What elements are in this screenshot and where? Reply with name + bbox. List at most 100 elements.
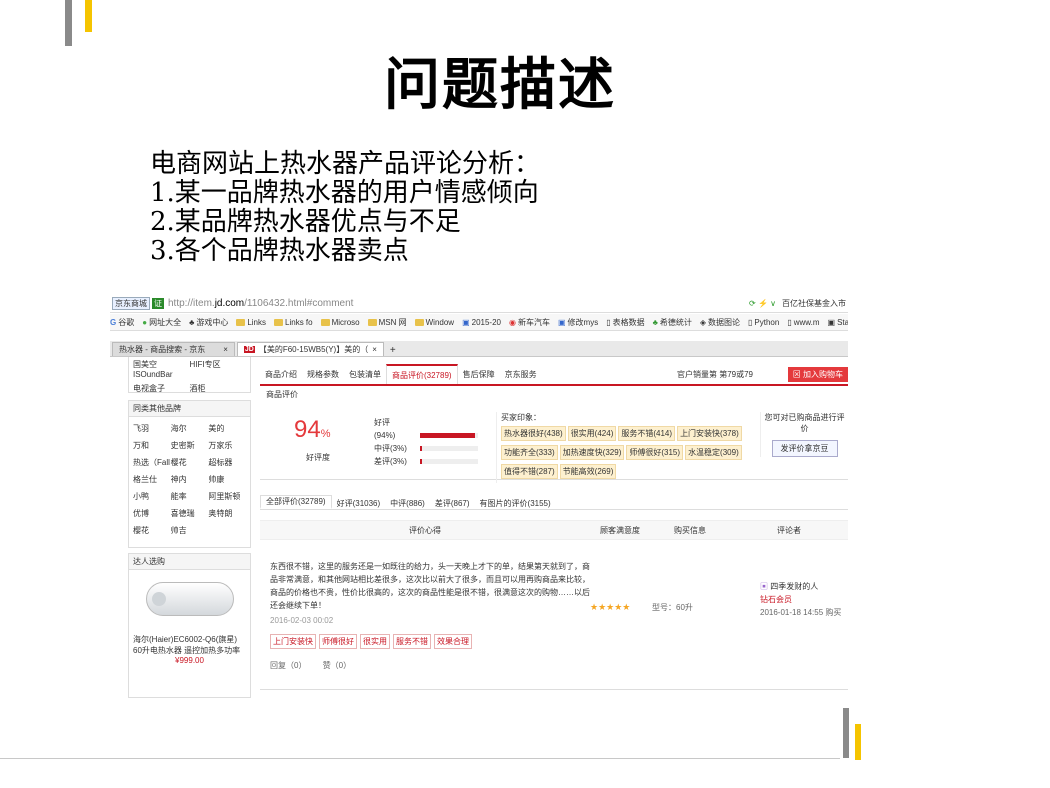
- bookmark[interactable]: Window: [414, 318, 454, 327]
- brands-grid: 飞羽 海尔 美的 万和 史密斯 万家乐 热选（Fall 樱花 超标器 格兰仕 神内 帅康 小鸭 能率 阿里斯…: [129, 417, 250, 542]
- rating-block: 94% 好评度 好评(94%) 中评(3%) 差评(3%) 买家印象： 热水器很…: [260, 402, 848, 483]
- write-review-button[interactable]: 发评价拿京豆: [771, 440, 838, 457]
- filter-good[interactable]: 好评(31036): [332, 498, 386, 509]
- stats-icon: ♣: [652, 317, 658, 327]
- tab-product[interactable]: JD 【美的F60-15WB5(Y)】美的（ ×: [236, 342, 384, 356]
- reviewer: ▣ 四季发财的人 钻石会员 2016-01-18 14:55 购买: [760, 580, 841, 619]
- impression-tag[interactable]: 值得不错(287): [501, 464, 558, 479]
- url-domain: jd.com: [214, 298, 245, 309]
- impression-tag[interactable]: 功能齐全(333): [501, 445, 558, 460]
- address-bar[interactable]: 京东商城 证 http://item. jd.com/1106432.html#c…: [110, 295, 848, 313]
- bookmark[interactable]: ◉ 新车汽车: [509, 317, 550, 328]
- tab-package[interactable]: 包装清单: [344, 364, 386, 384]
- brand-link[interactable]: 飞羽: [133, 423, 171, 434]
- page-icon: ▣: [462, 317, 470, 327]
- brand-link[interactable]: 喜德瑞: [171, 508, 209, 519]
- sidebar-link[interactable]: 酒柜: [190, 383, 247, 394]
- bookmark[interactable]: ▯ www.m: [787, 318, 819, 327]
- brand-link[interactable]: [208, 525, 246, 536]
- filter-images[interactable]: 有图片的评价(3155): [475, 498, 556, 509]
- review-text: 东西很不错，这里的服务还是一如既往的给力，头一天晚上才下的单，结果第天就到了，商…: [270, 562, 590, 610]
- brand-link[interactable]: 万和: [133, 440, 171, 451]
- brand-link[interactable]: 格兰仕: [133, 474, 171, 485]
- sidebar-link[interactable]: HIFI专区: [190, 359, 247, 379]
- bookmark[interactable]: ▯ 表格数据: [606, 317, 644, 328]
- impression-tag[interactable]: 加热速度快(329): [559, 445, 625, 460]
- brand-link[interactable]: 美的: [208, 423, 246, 434]
- tab-reviews[interactable]: 商品评价(32789): [386, 364, 458, 384]
- brand-link[interactable]: 超标器: [208, 457, 246, 468]
- brand-link[interactable]: 海尔: [171, 423, 209, 434]
- filter-bad[interactable]: 差评(867): [430, 498, 475, 509]
- filter-mid[interactable]: 中评(886): [385, 498, 430, 509]
- progress-bar: [420, 433, 478, 439]
- bookmark[interactable]: ♣ 希德统计: [653, 317, 692, 328]
- brand-link[interactable]: 史密斯: [171, 440, 209, 451]
- brand-link[interactable]: 阿里斯顿: [208, 491, 246, 502]
- desc-line: 1.某一品牌热水器的用户情感倾向: [150, 178, 539, 208]
- sidebar-link[interactable]: 电视盒子: [133, 383, 190, 394]
- impression-tag[interactable]: 节能高效(269): [559, 464, 617, 479]
- bookmark[interactable]: ◈ 数据图论: [700, 317, 740, 328]
- corner-bar-yellow: [85, 0, 92, 32]
- brand-link[interactable]: 樱花: [133, 525, 171, 536]
- impression-tag[interactable]: 很实用(424): [567, 426, 617, 441]
- screenshot-jd-page: 京东商城 证 http://item. jd.com/1106432.html#c…: [110, 295, 848, 700]
- bookmark[interactable]: ▣StatsMo: [828, 318, 848, 327]
- rating-percent: 94%: [294, 416, 331, 443]
- brand-link[interactable]: 优博: [133, 508, 171, 519]
- rating-row-bad: 差评(3%): [374, 455, 478, 468]
- brand-link[interactable]: 帅吉: [171, 525, 209, 536]
- impression-tag[interactable]: 热水器很好(438): [501, 426, 566, 441]
- bookmark[interactable]: G 谷歌: [110, 317, 134, 328]
- folder-icon: [320, 318, 330, 326]
- tab-search[interactable]: 热水器 - 商品搜索 - 京东 ×: [112, 342, 235, 356]
- new-tab-button[interactable]: +: [384, 345, 402, 356]
- tab-aftersale[interactable]: 售后保障: [458, 364, 500, 384]
- heater-image[interactable]: [145, 582, 234, 616]
- rating-row-good: 好评(94%): [374, 416, 478, 442]
- bookmark[interactable]: ♣ 游戏中心: [189, 317, 228, 328]
- bookmark[interactable]: ▣ 2015-20: [462, 318, 501, 327]
- news-text[interactable]: 百亿社保基金入市: [782, 298, 846, 309]
- bookmark[interactable]: ▯ Python: [748, 318, 779, 327]
- brand-link[interactable]: 神内: [171, 474, 209, 485]
- brand-link[interactable]: 能率: [171, 491, 209, 502]
- impression-tag[interactable]: 师傅很好(315): [626, 445, 684, 460]
- bookmark[interactable]: Links: [236, 318, 266, 327]
- filter-all[interactable]: 全部评价(32789): [260, 495, 332, 509]
- reviewer-name[interactable]: ▣ 四季发财的人: [760, 580, 841, 593]
- brand-link[interactable]: 热选（Fall: [133, 457, 171, 468]
- doc-icon: ▯: [748, 317, 753, 327]
- bookmark[interactable]: Links fo: [274, 318, 313, 327]
- reply-link[interactable]: 回复（0）: [270, 661, 306, 670]
- brand-link[interactable]: 奥特朗: [208, 508, 246, 519]
- brand-link[interactable]: 小鸭: [133, 491, 171, 502]
- bookmark[interactable]: MSN 网: [367, 317, 407, 328]
- impression-tag[interactable]: 水温稳定(309): [685, 445, 742, 460]
- bookmark[interactable]: ● 网址大全: [142, 317, 181, 328]
- rating-caption: 好评度: [306, 453, 330, 462]
- product-name[interactable]: 海尔(Haier)EC6002-Q6(旗星) 60升电热水器 遥控加热多功率: [133, 634, 246, 656]
- close-icon[interactable]: ×: [223, 345, 228, 354]
- brand-link[interactable]: 万家乐: [208, 440, 246, 451]
- car-icon: ◉: [508, 317, 516, 327]
- tab-intro[interactable]: 商品介绍: [260, 364, 302, 384]
- sidebar-link[interactable]: 国美空ISOundBar: [133, 359, 190, 379]
- tab-service[interactable]: 京东服务: [500, 364, 542, 384]
- impression-tag[interactable]: 服务不错(414): [618, 426, 676, 441]
- refresh-icon[interactable]: ⟳ ⚡ ∨: [749, 299, 776, 308]
- like-link[interactable]: 赞（0）: [323, 661, 351, 670]
- sidebar-top: 国美空ISOundBar HIFI专区 电视盒子 酒柜: [128, 357, 251, 393]
- expert-box: 达人选购 海尔(Haier)EC6002-Q6(旗星) 60升电热水器 遥控加热…: [128, 553, 251, 698]
- review-tag: 师傅很好: [319, 634, 357, 649]
- brand-link[interactable]: 帅康: [208, 474, 246, 485]
- close-icon[interactable]: ×: [372, 345, 377, 354]
- impression-tag[interactable]: 上门安装快(378): [677, 426, 742, 441]
- bookmark[interactable]: ▣ 修改mys: [558, 317, 598, 328]
- add-to-cart-button[interactable]: ⊠ 加入购物车: [787, 367, 848, 382]
- user-avatar-icon: ▣: [760, 582, 771, 591]
- bookmark[interactable]: Microso: [320, 318, 360, 327]
- tab-specs[interactable]: 规格参数: [302, 364, 344, 384]
- brand-link[interactable]: 樱花: [171, 457, 209, 468]
